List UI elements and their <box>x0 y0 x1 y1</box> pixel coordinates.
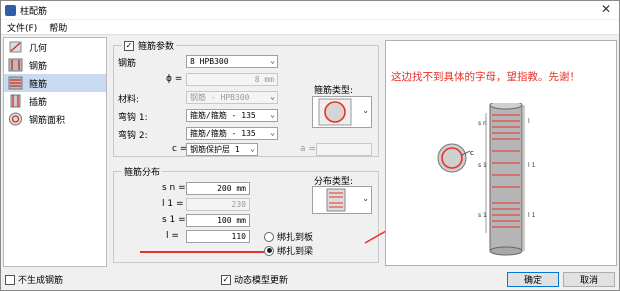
nav-label: 几何 <box>29 43 48 54</box>
chevron-down-icon: ⌄ <box>250 144 255 153</box>
material-select: 钢筋 - HPB300 ⌄ <box>186 91 278 104</box>
dim-label: s n <box>478 120 487 127</box>
menu-help[interactable]: 帮助 <box>49 21 67 34</box>
nav-item-rebar-area[interactable]: 钢筋面积 <box>4 110 106 128</box>
params-title: 箍筋参数 <box>138 42 175 52</box>
radio-board-button[interactable] <box>264 231 274 242</box>
phi-field: 8 mm <box>186 73 278 86</box>
menu-file[interactable]: 文件(F) <box>7 21 37 34</box>
settings-panel: ✓ 箍筋参数 钢筋 8 HPB300 ⌄ ϕ = 8 mm 材料: 钢筋 - HP… <box>109 37 381 267</box>
dim-label: l 1 <box>528 212 536 219</box>
radio-board[interactable]: 绑扎到板 <box>264 230 313 243</box>
no-rebar-checkbox[interactable] <box>5 274 15 285</box>
sn-field[interactable]: 200 mm <box>186 182 250 195</box>
nav-tree: 几何 钢筋 箍筋 插筋 钢筋面积 <box>3 37 107 267</box>
radio-board-label: 绑扎到板 <box>277 233 314 243</box>
dim-label: l <box>528 118 530 125</box>
nav-label: 钢筋面积 <box>29 115 66 126</box>
stirrup-params-group: ✓ 箍筋参数 钢筋 8 HPB300 ⌄ ϕ = 8 mm 材料: 钢筋 - HP… <box>113 39 379 157</box>
stirrup-icon <box>8 76 23 90</box>
material-label: 材料: <box>118 95 140 105</box>
radio-beam-label: 绑扎到梁 <box>277 247 314 257</box>
radio-beam-button[interactable] <box>264 245 274 256</box>
chevron-down-icon: ⌄ <box>270 110 275 119</box>
hook1-select[interactable]: 箍筋/箍筋 - 135 ⌄ <box>186 109 278 122</box>
annotation-note: 这边找不到具体的字母，望指教。先谢！ <box>391 71 580 83</box>
nav-item-rebar[interactable]: 钢筋 <box>4 56 106 74</box>
stirrup-type-icon <box>318 98 352 126</box>
title-bar: 柱配筋 ✕ <box>1 1 619 19</box>
rebar-select[interactable]: 8 HPB300 ⌄ <box>186 55 278 68</box>
nav-item-geometry[interactable]: 几何 <box>4 38 106 56</box>
a-field <box>316 143 372 156</box>
nav-item-dowel[interactable]: 插筋 <box>4 92 106 110</box>
column-preview-drawing: c s n l s 1 l 1 s 1 l 1 <box>437 103 536 256</box>
dist-type-icon <box>326 188 346 212</box>
radio-beam[interactable]: 绑扎到梁 <box>264 244 313 257</box>
chevron-down-icon: ⌄ <box>362 106 369 115</box>
cancel-button[interactable]: 取消 <box>563 272 615 287</box>
rebar-area-icon <box>9 112 22 126</box>
l-label: l = <box>166 231 179 241</box>
s1-label: s 1 = <box>162 215 186 225</box>
nav-item-stirrup[interactable]: 箍筋 <box>4 74 106 92</box>
dynamic-update-label: 动态模型更新 <box>234 276 289 286</box>
dynamic-update-checkbox[interactable]: ✓ <box>221 274 231 285</box>
dialog-window: 柱配筋 ✕ 文件(F) 帮助 几何 钢筋 箍筋 插筋 钢筋面积 ✓ 箍筋参数 钢… <box>0 0 620 291</box>
phi-label: ϕ = <box>166 74 183 84</box>
s1-field[interactable]: 100 mm <box>186 214 250 227</box>
geometry-icon <box>9 41 22 53</box>
stirrup-dist-group: 箍筋分布 s n = 200 mm l 1 = 230 s 1 = 100 mm… <box>113 165 379 263</box>
hook1-label: 弯钩 1: <box>118 113 148 123</box>
rebar-label: 钢筋 <box>118 59 137 69</box>
ok-button[interactable]: 确定 <box>507 272 559 287</box>
chevron-down-icon: ⌄ <box>270 92 275 101</box>
cover-select[interactable]: 钢筋保护层 1 ⌄ <box>186 143 258 156</box>
c-dim-label: c <box>470 149 474 157</box>
stirrup-type-select[interactable]: ⌄ <box>312 96 372 128</box>
params-checkbox[interactable]: ✓ <box>124 40 134 51</box>
dynamic-update-option[interactable]: ✓ 动态模型更新 <box>221 273 288 286</box>
nav-label: 钢筋 <box>29 61 48 72</box>
no-rebar-label: 不生成钢筋 <box>18 276 64 286</box>
chevron-down-icon: ⌄ <box>270 128 275 137</box>
nav-label: 插筋 <box>29 97 48 108</box>
hook2-label: 弯钩 2: <box>118 131 148 141</box>
rebar-icon <box>8 58 23 72</box>
app-icon <box>5 4 16 16</box>
dim-label: l 1 <box>528 162 536 169</box>
sn-label: s n = <box>162 183 186 193</box>
hook2-select[interactable]: 箍筋/箍筋 - 135 ⌄ <box>186 127 278 140</box>
nav-label: 箍筋 <box>29 79 48 90</box>
menu-bar: 文件(F) 帮助 <box>1 20 619 35</box>
l1-field: 230 <box>186 198 250 211</box>
window-title: 柱配筋 <box>20 6 48 17</box>
preview-pane: 这边找不到具体的字母，望指教。先谢！ c s n l s 1 l 1 s 1 l… <box>385 40 617 266</box>
no-rebar-option[interactable]: 不生成钢筋 <box>5 273 63 286</box>
chevron-down-icon: ⌄ <box>270 56 275 65</box>
dim-label: s 1 <box>478 162 487 169</box>
dim-label: s 1 <box>478 212 487 219</box>
annotation-underline <box>140 251 264 253</box>
l1-label: l 1 = <box>162 199 184 209</box>
a-label: a = <box>300 144 316 154</box>
dist-title: 箍筋分布 <box>124 168 161 178</box>
l-field[interactable]: 110 <box>186 230 250 243</box>
stirrup-type-label: 箍筋类型: <box>314 86 354 96</box>
footer-bar: 不生成钢筋 ✓ 动态模型更新 确定 取消 <box>1 269 619 291</box>
dowel-icon <box>10 94 21 108</box>
close-icon[interactable]: ✕ <box>599 2 613 16</box>
